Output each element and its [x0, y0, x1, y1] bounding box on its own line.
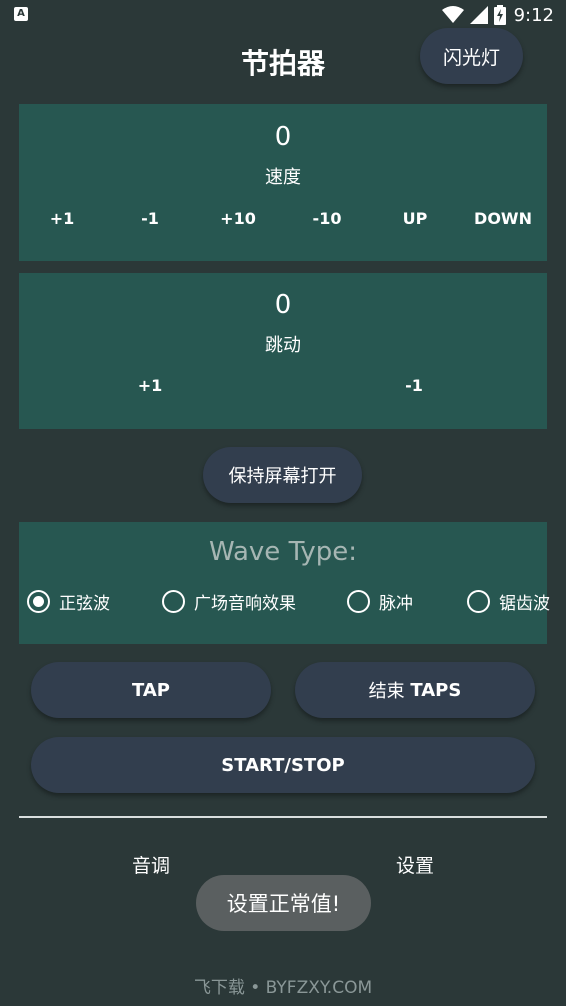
- flashlight-button[interactable]: 闪光灯: [420, 28, 523, 84]
- wave-option-pulse[interactable]: 脉冲: [347, 589, 413, 614]
- beat-panel: 0 跳动 +1 -1: [19, 273, 547, 429]
- end-taps-button[interactable]: 结束 TAPS: [295, 662, 535, 718]
- speed-up-button[interactable]: UP: [403, 209, 428, 228]
- wave-option-sine[interactable]: 正弦波: [27, 589, 110, 614]
- keep-screen-on-button[interactable]: 保持屏幕打开: [203, 447, 362, 503]
- radio-checked-icon[interactable]: [27, 590, 50, 613]
- beat-minus-1-button[interactable]: -1: [405, 376, 423, 395]
- wave-option-label: 广场音响效果: [194, 594, 296, 614]
- divider: [19, 816, 547, 818]
- toast-message: 设置正常值!: [196, 875, 371, 931]
- end-taps-suffix: TAPS: [410, 679, 462, 701]
- wave-option-label: 脉冲: [379, 594, 413, 614]
- end-taps-prefix: 结束: [368, 681, 405, 702]
- wifi-icon: [441, 6, 464, 23]
- app-notification-icon: A: [14, 7, 28, 21]
- speed-plus-1-button[interactable]: +1: [50, 209, 75, 228]
- wave-option-label: 锯齿波: [499, 594, 550, 614]
- beat-value: 0: [274, 290, 292, 320]
- status-time: 9:12: [513, 4, 554, 26]
- wave-type-title: Wave Type:: [208, 537, 358, 567]
- speed-down-button[interactable]: DOWN: [474, 209, 532, 228]
- start-stop-button[interactable]: START/STOP: [31, 737, 535, 793]
- watermark: 飞下载 • BYFZXY.COM: [193, 978, 373, 998]
- wave-option-sawtooth[interactable]: 锯齿波: [467, 589, 550, 614]
- status-bar: A 9:12: [0, 0, 566, 30]
- speed-label: 速度: [265, 167, 301, 188]
- tap-button[interactable]: TAP: [31, 662, 271, 718]
- speed-panel: 0 速度 +1 -1 +10 -10 UP DOWN: [19, 104, 547, 261]
- speed-plus-10-button[interactable]: +10: [220, 209, 256, 228]
- wave-option-square[interactable]: 广场音响效果: [162, 589, 296, 614]
- speed-value: 0: [274, 122, 292, 152]
- cell-signal-icon: [469, 6, 488, 24]
- wave-type-panel: Wave Type: 正弦波 广场音响效果 脉冲 锯齿波: [19, 522, 550, 644]
- beat-plus-1-button[interactable]: +1: [138, 376, 163, 395]
- battery-icon: [493, 5, 506, 25]
- radio-unchecked-icon[interactable]: [347, 590, 370, 613]
- wave-option-label: 正弦波: [59, 594, 110, 614]
- radio-unchecked-icon[interactable]: [467, 590, 490, 613]
- speed-minus-10-button[interactable]: -10: [313, 209, 342, 228]
- pitch-button[interactable]: 音调: [132, 851, 170, 878]
- beat-label: 跳动: [265, 335, 301, 356]
- status-icons: 9:12: [441, 3, 554, 27]
- radio-unchecked-icon[interactable]: [162, 590, 185, 613]
- speed-minus-1-button[interactable]: -1: [141, 209, 159, 228]
- settings-button[interactable]: 设置: [396, 851, 434, 878]
